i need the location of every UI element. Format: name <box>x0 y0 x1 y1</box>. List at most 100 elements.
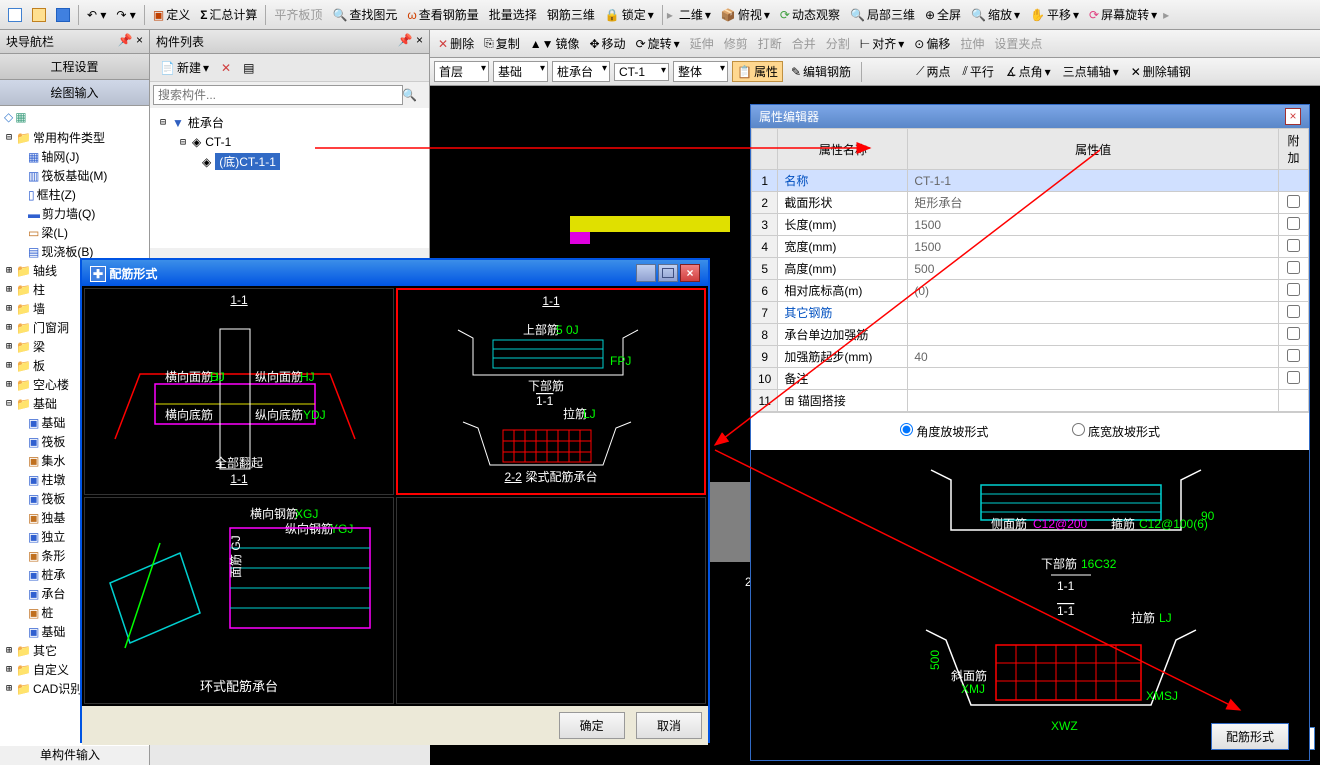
base-dropdown[interactable]: 基础 <box>493 61 548 82</box>
rebar-form-button[interactable]: 配筋形式 <box>1211 723 1289 750</box>
maximize-icon[interactable] <box>658 264 678 282</box>
dialog-titlebar[interactable]: ✚ 配筋形式 × <box>82 260 708 286</box>
delete-component-icon[interactable]: ✕ <box>217 59 235 77</box>
comp-pile-cap[interactable]: ⊟▼ 桩承台 <box>154 112 425 133</box>
cancel-button[interactable]: 取消 <box>636 712 702 739</box>
pilecap-dropdown[interactable]: 桩承台 <box>552 61 610 82</box>
sum-button[interactable]: Σ 汇总计算 <box>196 4 261 25</box>
prop-row[interactable]: 1名称CT-1-1 <box>752 170 1309 192</box>
find-elem-button[interactable]: 🔍 查找图元 <box>328 4 401 25</box>
tree-raft[interactable]: ▥ 筏板基础(M) <box>0 166 149 185</box>
mirror-button[interactable]: ▲▼ 镜像 <box>526 33 584 54</box>
comp-bottom-ct[interactable]: ◈ (底)CT-1-1 <box>154 151 425 172</box>
ok-button[interactable]: 确定 <box>559 712 625 739</box>
prop-row[interactable]: 10备注 <box>752 368 1309 390</box>
del-aux-rebar-button[interactable]: ✕ 删除辅钢 <box>1127 61 1195 82</box>
undo-icon[interactable]: ↶ ▾ <box>83 6 110 24</box>
prop-row[interactable]: 6相对底标高(m)(0) <box>752 280 1309 302</box>
rebar-form-dialog: ✚ 配筋形式 × 1-1 横向面筋HJ 纵向面筋HJ 横向底筋DJ 纵向底筋YD… <box>80 258 710 743</box>
batch-select-button[interactable]: 批量选择 <box>485 4 541 25</box>
whole-dropdown[interactable]: 整体 <box>673 61 728 82</box>
tree-toolbar[interactable]: ◇ ▦ <box>0 106 149 128</box>
tree-shear-wall[interactable]: ▬ 剪力墙(Q) <box>0 204 149 223</box>
component-toolbar: 📄 新建 ▾ ✕ ▤ <box>150 54 429 82</box>
filter-component-icon[interactable]: ▤ <box>239 59 258 77</box>
svg-text:C12@100(6): C12@100(6) <box>1139 517 1208 531</box>
three-point-aux-button[interactable]: 三点辅轴 ▾ <box>1059 61 1123 82</box>
comp-ct1[interactable]: ⊟◈ CT-1 <box>154 133 425 151</box>
svg-text:横向底筋: 横向底筋 <box>165 407 213 422</box>
move-button[interactable]: ✥ 移动 <box>585 33 629 54</box>
svg-text:LJ: LJ <box>1159 611 1172 625</box>
new-icon[interactable] <box>4 6 26 24</box>
proj-settings-tab[interactable]: 工程设置 <box>0 54 149 80</box>
screen-rotate-button[interactable]: ⟳ 屏幕旋转 ▾ <box>1085 4 1161 25</box>
draw-input-tab[interactable]: 绘图输入 <box>0 80 149 106</box>
close-icon[interactable]: × <box>1285 108 1301 125</box>
comp-pin-icon[interactable]: 📌 × <box>398 33 423 50</box>
rebar-3d-button[interactable]: 钢筋三维 <box>543 4 599 25</box>
new-component-button[interactable]: 📄 新建 ▾ <box>156 57 213 78</box>
prop-row[interactable]: 8承台单边加强筋 <box>752 324 1309 346</box>
prop-row[interactable]: 7其它钢筋 <box>752 302 1309 324</box>
edit-rebar-button[interactable]: ✎ 编辑钢筋 <box>787 61 855 82</box>
define-button[interactable]: ▣ 定义 <box>149 4 194 25</box>
floor-dropdown[interactable]: 首层 <box>434 61 489 82</box>
lock-button[interactable]: 🔒 锁定 ▾ <box>601 4 658 25</box>
offset-button[interactable]: ⊙ 偏移 <box>910 33 954 54</box>
option-empty[interactable] <box>396 497 706 704</box>
dyn-observe-button[interactable]: ⟳ 动态观察 <box>776 4 844 25</box>
tree-frame-pillar[interactable]: ▯ 框柱(Z) <box>0 185 149 204</box>
copy-button[interactable]: ⎘ 复制 <box>480 33 524 54</box>
tree-common[interactable]: ⊟📁 常用构件类型 <box>0 128 149 147</box>
prop-row[interactable]: 9加强筋起步(mm)40 <box>752 346 1309 368</box>
open-icon[interactable] <box>28 6 50 24</box>
pan-button[interactable]: ✋ 平移 ▾ <box>1026 4 1083 25</box>
tree-beam[interactable]: ▭ 梁(L) <box>0 223 149 242</box>
redo-icon[interactable]: ↷ ▾ <box>112 6 139 24</box>
save-icon[interactable] <box>52 6 74 24</box>
radio-angle[interactable]: 角度放坡形式 <box>900 425 988 439</box>
parallel-button[interactable]: ⫽ 平行 <box>958 61 997 82</box>
break-button: 打断 <box>754 33 786 54</box>
svg-text:500: 500 <box>928 650 942 670</box>
svg-text:上部筋: 上部筋 <box>523 322 559 337</box>
prop-row[interactable]: 4宽度(mm)1500 <box>752 236 1309 258</box>
view-rebar-button[interactable]: ω 查看钢筋量 <box>403 4 482 25</box>
prop-row[interactable]: 11⊞ 锚固搭接 <box>752 390 1309 412</box>
prop-row[interactable]: 5高度(mm)500 <box>752 258 1309 280</box>
svg-text:5 0J: 5 0J <box>556 323 579 337</box>
dialog-close-icon[interactable]: × <box>680 264 700 282</box>
col-value: 属性值 <box>908 129 1279 170</box>
properties-button[interactable]: 📋 属性 <box>732 61 783 82</box>
svg-text:C12@200: C12@200 <box>1033 517 1088 531</box>
two-point-button[interactable]: ⟋ 两点 <box>912 61 954 82</box>
flat-top-button[interactable]: 平齐板顶 <box>270 4 326 25</box>
prop-row[interactable]: 2截面形状矩形承台 <box>752 192 1309 214</box>
zoom-button[interactable]: 🔍 缩放 ▾ <box>967 4 1024 25</box>
point-angle-button[interactable]: ∡ 点角 ▾ <box>1002 61 1055 82</box>
prop-row[interactable]: 3长度(mm)1500 <box>752 214 1309 236</box>
pin-icon[interactable]: 📌 × <box>118 33 143 50</box>
full-screen-button[interactable]: ⊕ 全屏 <box>921 4 965 25</box>
radio-width[interactable]: 底宽放坡形式 <box>1072 425 1160 439</box>
svg-text:横向钢筋: 横向钢筋 <box>250 506 298 521</box>
top-view-button[interactable]: 📦 俯视 ▾ <box>717 4 774 25</box>
minimize-icon[interactable] <box>636 264 656 282</box>
search-input[interactable] <box>153 85 403 105</box>
rotate-button[interactable]: ⟳ 旋转 ▾ <box>632 33 684 54</box>
option-all-flip[interactable]: 1-1 横向面筋HJ 纵向面筋HJ 横向底筋DJ 纵向底筋YDJ 全部翻起1-1 <box>84 288 394 495</box>
edit-toolbar: ✕ 删除 ⎘ 复制 ▲▼ 镜像 ✥ 移动 ⟳ 旋转 ▾ 延伸 修剪 打断 合并 … <box>430 30 1320 58</box>
svg-text:FPJ: FPJ <box>610 354 631 368</box>
delete-button[interactable]: ✕ 删除 <box>434 33 478 54</box>
tree-axis-net[interactable]: ▦ 轴网(J) <box>0 147 149 166</box>
svg-text:1-1: 1-1 <box>1057 604 1075 618</box>
ct1-dropdown[interactable]: CT-1 <box>614 63 669 81</box>
local-3d-button[interactable]: 🔍 局部三维 <box>846 4 919 25</box>
svg-text:下部筋: 下部筋 <box>1041 556 1077 571</box>
search-icon[interactable]: 🔍 <box>402 88 417 102</box>
align-button[interactable]: ⊢ 对齐 ▾ <box>856 33 909 54</box>
option-beam-style[interactable]: 1-1 上部筋5 0J 下部筋 FPJ 1-1 拉筋LJ 2-2 梁式配筋承台 <box>396 288 706 495</box>
2d-button[interactable]: 二维 ▾ <box>675 4 715 25</box>
option-ring-style[interactable]: 横向钢筋XGJ 纵向钢筋YGJ 面筋 GJ 环式配筋承台 <box>84 497 394 704</box>
